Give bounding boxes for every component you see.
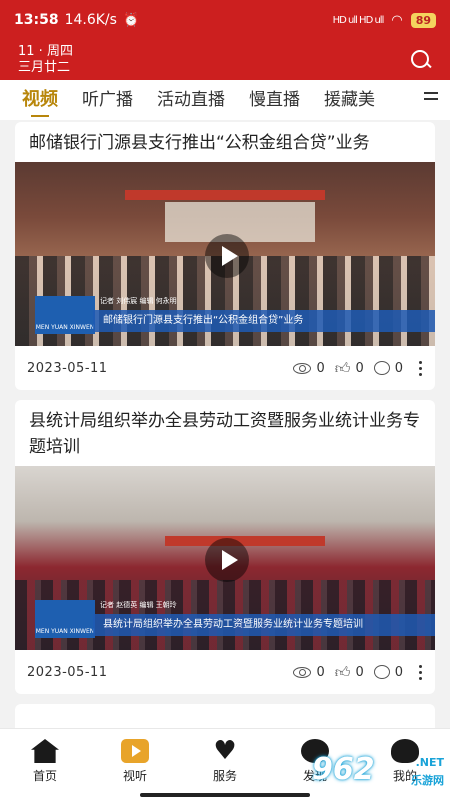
eye-icon bbox=[293, 362, 312, 374]
like-button[interactable]: 👍︎ 0 bbox=[335, 359, 364, 378]
channel-logo: MEN YUAN XINWEN bbox=[35, 296, 95, 334]
video-card[interactable]: 邮储银行门源县支行推出“公积金组合贷”业务 MEN YUAN XINWEN 记者… bbox=[15, 122, 435, 390]
date-weekday: 11 · 周四 bbox=[18, 44, 73, 59]
status-time: 13:58 bbox=[14, 12, 59, 28]
network-speed: 14.6K/s bbox=[64, 12, 117, 28]
comment-icon bbox=[373, 361, 390, 375]
stage-banner bbox=[125, 190, 325, 200]
watermark: 962 .NET 乐游网 bbox=[312, 752, 444, 796]
heart-icon: ♥ bbox=[213, 736, 237, 766]
comment-count-value: 0 bbox=[394, 360, 403, 376]
play-icon[interactable] bbox=[205, 538, 249, 582]
channel-logo: MEN YUAN XINWEN bbox=[35, 600, 95, 638]
tab-video[interactable]: 视频 bbox=[10, 80, 70, 120]
category-tabs: 视频 听广播 活动直播 慢直播 援藏美 bbox=[0, 80, 450, 120]
comment-icon bbox=[373, 665, 390, 679]
view-count: 0 bbox=[293, 360, 325, 376]
eye-icon bbox=[293, 666, 312, 678]
thumbs-up-icon: 👍︎ bbox=[334, 662, 351, 681]
nav-service-label: 服务 bbox=[212, 769, 237, 783]
nav-home-label: 首页 bbox=[32, 769, 57, 783]
video-title[interactable]: 邮储银行门源县支行推出“公积金组合贷”业务 bbox=[15, 130, 435, 156]
battery-icon: 89 bbox=[410, 12, 436, 28]
date-display: 11 · 周四 三月廿二 bbox=[18, 44, 73, 76]
home-indicator[interactable] bbox=[140, 793, 310, 797]
video-card[interactable]: 县统计局组织举办全县劳动工资暨服务业统计业务专题培训 MEN YUAN XINW… bbox=[15, 400, 435, 694]
view-count-value: 0 bbox=[316, 664, 325, 680]
publish-date: 2023-05-11 bbox=[27, 664, 108, 680]
comment-button[interactable]: 0 bbox=[373, 360, 403, 376]
stage-screen bbox=[165, 202, 315, 242]
nav-audiovisual[interactable]: 视听 bbox=[90, 729, 180, 800]
video-feed: 邮储银行门源县支行推出“公积金组合贷”业务 MEN YUAN XINWEN 记者… bbox=[0, 122, 450, 754]
signal-icon: HD ull HD ull bbox=[332, 14, 385, 26]
watermark-logo: 962 bbox=[312, 752, 375, 787]
video-caption: 邮储银行门源县支行推出“公积金组合贷”业务 bbox=[93, 310, 435, 332]
lower-third: MEN YUAN XINWEN 记者 刘伟宸 编辑 何永明 邮储银行门源县支行推… bbox=[15, 296, 435, 334]
play-icon[interactable] bbox=[205, 234, 249, 278]
video-meta: 2023-05-11 0 👍︎ 0 0 bbox=[15, 346, 435, 390]
top-bar: 13:58 14.6K/s ⏰ HD ull HD ull ◠ 89 11 · … bbox=[0, 0, 450, 80]
publish-date: 2023-05-11 bbox=[27, 360, 108, 376]
reporter-credit: 记者 刘伟宸 编辑 何永明 bbox=[100, 297, 177, 305]
like-count-value: 0 bbox=[355, 360, 364, 376]
alarm-icon: ⏰ bbox=[122, 12, 140, 28]
watermark-line2: 乐游网 bbox=[411, 774, 444, 787]
tabs-fade bbox=[382, 80, 422, 120]
play-icon bbox=[121, 739, 149, 763]
nav-service[interactable]: ♥ 服务 bbox=[180, 729, 270, 800]
tab-live-events[interactable]: 活动直播 bbox=[145, 80, 237, 120]
watermark-text: .NET 乐游网 bbox=[411, 754, 444, 790]
view-count-value: 0 bbox=[316, 360, 325, 376]
wifi-icon: ◠ bbox=[391, 12, 403, 28]
view-count: 0 bbox=[293, 664, 325, 680]
video-thumbnail[interactable]: MEN YUAN XINWEN 记者 刘伟宸 编辑 何永明 邮储银行门源县支行推… bbox=[15, 162, 435, 346]
comment-button[interactable]: 0 bbox=[373, 664, 403, 680]
video-title[interactable]: 县统计局组织举办全县劳动工资暨服务业统计业务专题培训 bbox=[15, 408, 435, 460]
tab-slow-live[interactable]: 慢直播 bbox=[237, 80, 312, 120]
home-icon bbox=[31, 739, 59, 763]
nav-audiovisual-label: 视听 bbox=[122, 769, 147, 783]
date-lunar: 三月廿二 bbox=[18, 60, 71, 75]
like-count-value: 0 bbox=[355, 664, 364, 680]
video-thumbnail[interactable]: MEN YUAN XINWEN 记者 赵德英 编辑 王朝玲 县统计局组织举办全县… bbox=[15, 466, 435, 650]
watermark-line1: .NET bbox=[415, 756, 444, 769]
menu-icon[interactable] bbox=[424, 92, 438, 106]
search-icon[interactable] bbox=[410, 49, 432, 71]
like-button[interactable]: 👍︎ 0 bbox=[335, 663, 364, 682]
thumbs-up-icon: 👍︎ bbox=[334, 358, 351, 377]
lower-third: MEN YUAN XINWEN 记者 赵德英 编辑 王朝玲 县统计局组织举办全县… bbox=[15, 600, 435, 638]
more-icon[interactable] bbox=[419, 664, 423, 680]
tab-aid-tibet[interactable]: 援藏美 bbox=[312, 80, 387, 120]
tab-radio[interactable]: 听广播 bbox=[70, 80, 145, 120]
more-icon[interactable] bbox=[419, 360, 423, 376]
header: 11 · 周四 三月廿二 bbox=[0, 40, 450, 80]
status-bar: 13:58 14.6K/s ⏰ HD ull HD ull ◠ 89 bbox=[0, 0, 450, 40]
stage-banner bbox=[165, 536, 325, 546]
comment-count-value: 0 bbox=[394, 664, 403, 680]
nav-home[interactable]: 首页 bbox=[0, 729, 90, 800]
reporter-credit: 记者 赵德英 编辑 王朝玲 bbox=[100, 601, 177, 609]
video-meta: 2023-05-11 0 👍︎ 0 0 bbox=[15, 650, 435, 694]
video-caption: 县统计局组织举办全县劳动工资暨服务业统计业务专题培训 bbox=[93, 614, 435, 636]
